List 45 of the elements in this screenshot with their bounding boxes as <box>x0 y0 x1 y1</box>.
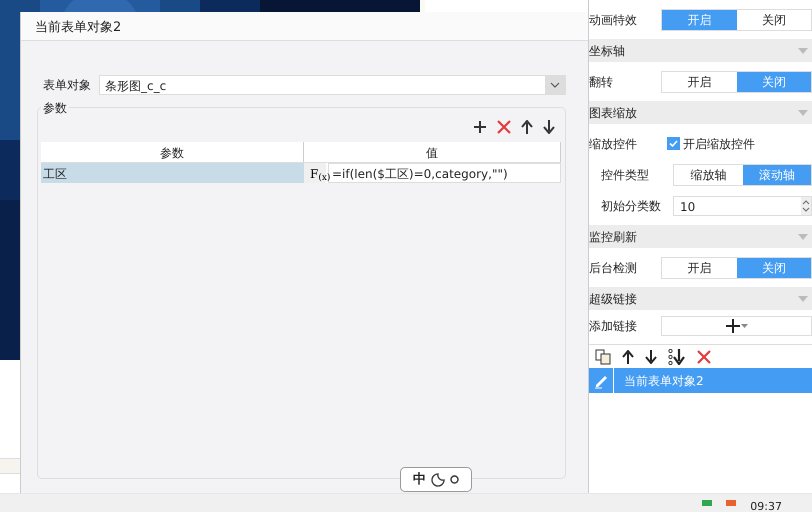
table-cell[interactable]: 工区 <box>41 163 304 183</box>
delete-icon[interactable] <box>697 350 711 364</box>
form-object-label: 表单对象 <box>43 77 91 94</box>
add-link-button[interactable] <box>661 316 812 336</box>
section-title: 监控刷新 <box>589 228 637 246</box>
delete-icon[interactable] <box>497 120 511 134</box>
field-label: 缩放控件 <box>589 136 638 152</box>
circle-icon[interactable] <box>450 475 459 484</box>
clock-time[interactable]: 09:37 <box>750 498 782 512</box>
field-label: 初始分类数 <box>601 198 662 214</box>
spinner-arrows-icon[interactable] <box>802 198 810 214</box>
column-header: 参数 <box>41 142 304 162</box>
section-title: 超级链接 <box>589 290 637 308</box>
checkbox[interactable] <box>667 137 680 150</box>
checkbox-label[interactable]: 开启缩放控件 <box>683 134 755 152</box>
arrow-up-icon[interactable] <box>521 120 533 134</box>
caret-down-icon <box>798 110 808 116</box>
number-field[interactable]: 10 <box>673 196 812 216</box>
arrow-down-icon[interactable] <box>645 350 657 364</box>
arrow-down-icon[interactable] <box>543 120 555 134</box>
field-label: 添加链接 <box>589 318 638 335</box>
tray-icon <box>726 500 736 506</box>
caret-down-icon <box>798 296 808 302</box>
field-label: 翻转 <box>589 74 614 90</box>
dialog-title: 当前表单对象2 <box>21 12 588 41</box>
field-label: 动画特效 <box>589 12 638 28</box>
field-label: 后台检测 <box>589 260 638 276</box>
chevron-down-icon <box>550 82 560 88</box>
field-label: 控件类型 <box>601 166 650 184</box>
form-object-select[interactable]: 条形图_c_c <box>99 75 566 95</box>
group-legend: 参数 <box>41 99 69 117</box>
add-icon[interactable] <box>473 120 487 134</box>
arrow-up-icon[interactable] <box>622 350 634 364</box>
move-to-bottom-icon[interactable] <box>668 348 686 364</box>
caret-down-icon <box>740 324 748 328</box>
copy-icon[interactable] <box>595 348 611 364</box>
section-title: 坐标轴 <box>589 42 625 60</box>
ime-mode-indicator[interactable]: 中 <box>413 470 426 490</box>
section-title: 图表缩放 <box>589 104 637 122</box>
moon-icon[interactable] <box>431 472 445 486</box>
tray-icon <box>702 500 712 506</box>
caret-down-icon <box>798 234 808 240</box>
column-header: 值 <box>304 142 561 162</box>
caret-down-icon <box>798 48 808 54</box>
add-icon <box>726 319 740 333</box>
